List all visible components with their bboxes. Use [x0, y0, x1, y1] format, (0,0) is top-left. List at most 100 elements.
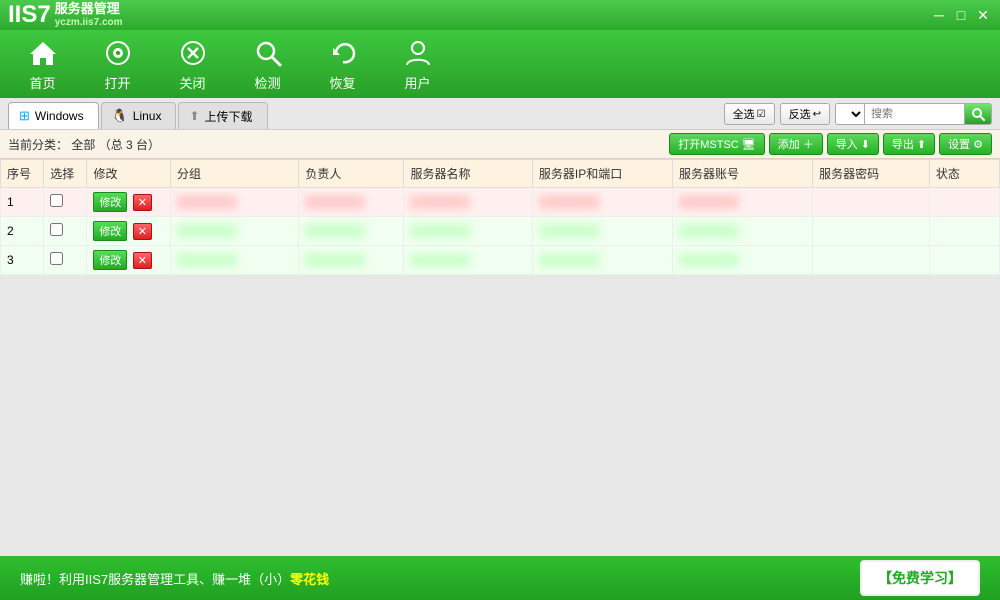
- blurred-group-1: [177, 195, 237, 209]
- close-button[interactable]: ✕: [974, 7, 992, 23]
- row-checkbox-3[interactable]: [50, 252, 63, 265]
- th-modify: 修改: [87, 160, 171, 188]
- blurred-owner-1: [305, 195, 365, 209]
- cell-check-2: [44, 217, 87, 246]
- cell-group-3: [170, 246, 298, 275]
- th-status: 状态: [929, 160, 999, 188]
- cell-ip-1: [532, 188, 672, 217]
- upload-icon: ⬆: [189, 109, 199, 123]
- learn-free-button[interactable]: 【免费学习】: [860, 560, 980, 596]
- table-row: 2 修改 ✕: [1, 217, 1000, 246]
- settings-icon: ⚙: [973, 138, 983, 151]
- server-table: 序号 选择 修改 分组 负责人 服务器名称 服务器IP和端口 服务器账号 服务器…: [0, 159, 1000, 275]
- add-button[interactable]: 添加 ＋: [769, 133, 823, 155]
- modify-button-1[interactable]: 修改: [93, 192, 127, 212]
- import-icon: ⬇: [861, 138, 870, 151]
- tab-upload-label: 上传下载: [205, 108, 253, 125]
- navbar: 首页 打开 关闭 检测: [0, 30, 1000, 98]
- windows-icon: ⊞: [19, 108, 30, 124]
- nav-item-user[interactable]: 用户: [395, 37, 440, 92]
- delete-button-1[interactable]: ✕: [133, 194, 152, 211]
- cell-check-3: [44, 246, 87, 275]
- nav-restore-label: 恢复: [329, 73, 355, 92]
- blurred-account-3: [679, 253, 739, 267]
- cell-group-2: [170, 217, 298, 246]
- blurred-account-1: [679, 195, 739, 209]
- user-icon: [402, 37, 434, 69]
- nav-detect-label: 检测: [254, 73, 280, 92]
- tab-windows-label: Windows: [35, 109, 84, 123]
- nav-item-detect[interactable]: 检测: [245, 37, 290, 92]
- blurred-name-1: [410, 195, 470, 209]
- th-seq: 序号: [1, 160, 44, 188]
- cell-seq-2: 2: [1, 217, 44, 246]
- catbar-value: 全部: [71, 138, 95, 152]
- cell-password-2: [813, 217, 930, 246]
- cell-seq-3: 3: [1, 246, 44, 275]
- logo-text-block: 服务器管理 yczm.iis7.com: [55, 1, 123, 29]
- cell-modify-2: 修改 ✕: [87, 217, 171, 246]
- select-all-button[interactable]: 全选 ☑: [724, 103, 775, 125]
- settings-button[interactable]: 设置 ⚙: [939, 133, 992, 155]
- th-group: 分组: [170, 160, 298, 188]
- nav-item-open[interactable]: 打开: [95, 37, 140, 92]
- blurred-account-2: [679, 224, 739, 238]
- cell-modify-3: 修改 ✕: [87, 246, 171, 275]
- import-button[interactable]: 导入 ⬇: [827, 133, 879, 155]
- row-checkbox-1[interactable]: [50, 194, 63, 207]
- footer-text: 赚啦！利用IIS7服务器管理工具、赚一堆（小）零花钱: [20, 569, 329, 588]
- search-box: [835, 103, 992, 125]
- cell-name-1: [404, 188, 532, 217]
- logo-sub: yczm.iis7.com: [55, 17, 123, 29]
- logo-brand: IIS7: [8, 1, 51, 29]
- maximize-button[interactable]: □: [952, 7, 970, 23]
- restore-icon: [327, 37, 359, 69]
- titlebar-left: IIS7 服务器管理 yczm.iis7.com: [8, 1, 123, 29]
- row-checkbox-2[interactable]: [50, 223, 63, 236]
- delete-button-2[interactable]: ✕: [133, 223, 152, 240]
- table-row: 1 修改 ✕: [1, 188, 1000, 217]
- table-row: 3 修改 ✕: [1, 246, 1000, 275]
- th-password: 服务器密码: [813, 160, 930, 188]
- cell-ip-3: [532, 246, 672, 275]
- export-icon: ⬆: [917, 138, 926, 151]
- th-ip: 服务器IP和端口: [532, 160, 672, 188]
- invert-button[interactable]: 反选 ↩: [780, 103, 830, 125]
- export-button[interactable]: 导出 ⬆: [883, 133, 935, 155]
- delete-button-3[interactable]: ✕: [133, 252, 152, 269]
- mstsc-icon: 🖥: [742, 138, 756, 151]
- invert-icon: ↩: [813, 109, 821, 120]
- catbar-info: 当前分类： 全部 （总 3 台）: [8, 136, 160, 153]
- search-button[interactable]: [964, 103, 992, 125]
- nav-item-close[interactable]: 关闭: [170, 37, 215, 92]
- cell-seq-1: 1: [1, 188, 44, 217]
- open-mstsc-button[interactable]: 打开MSTSC 🖥: [669, 133, 764, 155]
- cell-check-1: [44, 188, 87, 217]
- search-category-select[interactable]: [835, 103, 864, 125]
- blurred-ip-1: [539, 195, 599, 209]
- catbar-actions: 打开MSTSC 🖥 添加 ＋ 导入 ⬇ 导出 ⬆ 设置 ⚙: [669, 133, 992, 155]
- th-name: 服务器名称: [404, 160, 532, 188]
- minimize-button[interactable]: ─: [930, 7, 948, 23]
- logo-title: 服务器管理: [55, 1, 123, 17]
- modify-button-3[interactable]: 修改: [93, 250, 127, 270]
- blurred-group-3: [177, 253, 237, 267]
- modify-button-2[interactable]: 修改: [93, 221, 127, 241]
- search-input[interactable]: [864, 103, 964, 125]
- cell-group-1: [170, 188, 298, 217]
- cell-status-3: [929, 246, 999, 275]
- tab-upload[interactable]: ⬆ 上传下载: [178, 102, 267, 129]
- window-controls: ─ □ ✕: [930, 7, 992, 23]
- cell-owner-1: [299, 188, 404, 217]
- search-icon: [971, 107, 985, 121]
- cell-account-1: [673, 188, 813, 217]
- cell-password-3: [813, 246, 930, 275]
- nav-open-label: 打开: [104, 73, 130, 92]
- th-account: 服务器账号: [673, 160, 813, 188]
- footer-highlight: 零花钱: [290, 572, 329, 587]
- nav-item-restore[interactable]: 恢复: [320, 37, 365, 92]
- th-check: 选择: [44, 160, 87, 188]
- nav-item-home[interactable]: 首页: [20, 37, 65, 92]
- tab-windows[interactable]: ⊞ Windows: [8, 102, 99, 129]
- tab-linux[interactable]: 🐧 Linux: [101, 102, 177, 129]
